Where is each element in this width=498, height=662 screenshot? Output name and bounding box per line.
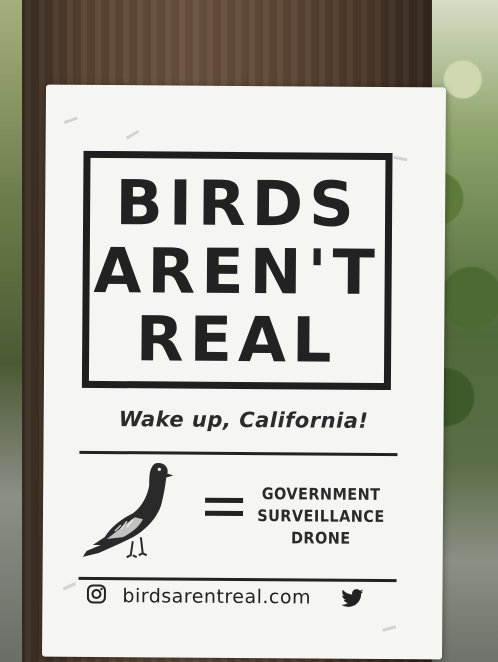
label-surveillance: SURVEILLANCE xyxy=(257,506,385,526)
label-drone: DRONE xyxy=(290,528,351,548)
website-url: birdsarentreal.com xyxy=(122,585,312,609)
equals-icon xyxy=(204,497,244,520)
poster: BIRDS AREN'T REAL Wake up, California! G… xyxy=(42,84,446,660)
title-line-1: BIRDS xyxy=(115,166,361,241)
instagram-icon xyxy=(86,584,106,604)
title-line-2: AREN'T xyxy=(93,233,382,309)
divider-bottom xyxy=(78,576,397,583)
label-government: GOVERNMENT xyxy=(261,484,381,504)
title-frame: BIRDS AREN'T REAL xyxy=(81,150,393,391)
tagline: Wake up, California! xyxy=(118,407,369,433)
staple xyxy=(382,625,397,632)
twitter-icon xyxy=(341,589,364,607)
divider-top xyxy=(79,450,398,457)
staple xyxy=(393,155,408,162)
staple xyxy=(125,129,140,140)
staple xyxy=(62,582,77,591)
pigeon-illustration xyxy=(82,463,174,559)
staple xyxy=(63,116,78,125)
title-line-3: REAL xyxy=(135,302,338,377)
